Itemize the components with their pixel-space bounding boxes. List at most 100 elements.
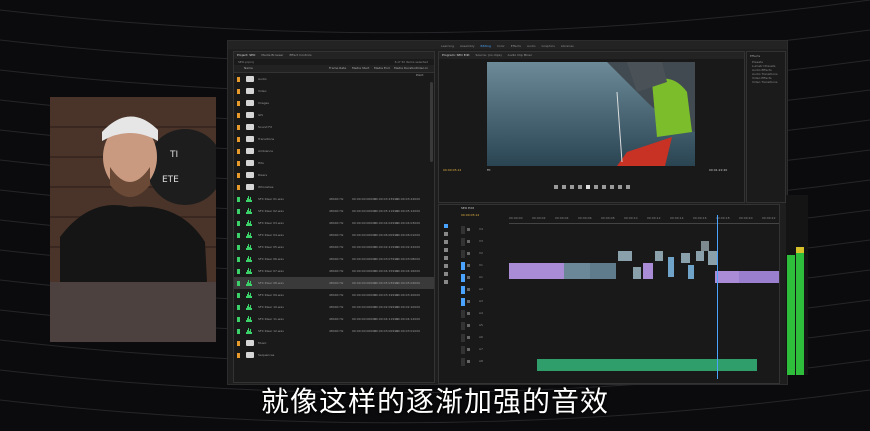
project-row[interactable]: SFX Riser 08.wav 48000 Hz 00:00:00:00000 00… [234, 277, 434, 289]
video-clip[interactable] [681, 253, 690, 263]
column-header[interactable]: Media Start [352, 65, 369, 72]
track-target-icon[interactable] [461, 286, 465, 294]
track-target-icon[interactable] [461, 346, 465, 354]
project-row[interactable]: Sound FX [234, 121, 434, 133]
playhead[interactable] [717, 215, 718, 379]
pen-tool-icon[interactable] [444, 264, 448, 268]
go-to-in-icon[interactable] [569, 185, 574, 189]
track-header[interactable]: V3 [461, 237, 507, 247]
video-clip[interactable] [618, 251, 632, 261]
monitor-tab[interactable]: Source: (no clips) [476, 52, 502, 59]
track-target-icon[interactable] [461, 310, 465, 318]
zoom-select[interactable]: Fit [487, 168, 491, 172]
project-row[interactable]: SFX Riser 03.wav 48000 Hz 00:00:00:00000 00… [234, 217, 434, 229]
track-header[interactable]: V1 [461, 261, 507, 271]
project-row[interactable]: SFX Riser 07.wav 48000 Hz 00:00:00:00000 00… [234, 265, 434, 277]
video-clip[interactable] [739, 271, 779, 283]
track-header[interactable]: A3 [461, 297, 507, 307]
step-back-icon[interactable] [577, 185, 582, 189]
workspace-tab[interactable]: Audio [527, 43, 536, 49]
track-target-icon[interactable] [461, 358, 465, 366]
track-lock-icon[interactable] [467, 228, 470, 231]
project-row[interactable]: SFX Riser 05.wav 48000 Hz 00:00:00:00000 00… [234, 241, 434, 253]
time-ruler[interactable]: 00:00:00 00:00:02 00:00:04 00:00:06 00:00:08… [509, 215, 779, 224]
project-row[interactable]: SFX Riser 02.wav 48000 Hz 00:00:00:00000 00… [234, 205, 434, 217]
hand-tool-icon[interactable] [444, 272, 448, 276]
video-clip[interactable] [643, 263, 653, 279]
track-header[interactable]: A5 [461, 321, 507, 331]
track-lock-icon[interactable] [467, 276, 470, 279]
track-lock-icon[interactable] [467, 360, 470, 363]
ripple-edit-tool-icon[interactable] [444, 240, 448, 244]
project-row[interactable]: Images [234, 97, 434, 109]
selection-tool-icon[interactable] [444, 224, 448, 228]
effects-list-item[interactable]: Video Transitions [747, 80, 785, 84]
track-select-tool-icon[interactable] [444, 232, 448, 236]
project-row[interactable]: SFX Riser 09.wav 48000 Hz 00:00:00:00000 00… [234, 289, 434, 301]
slip-tool-icon[interactable] [444, 256, 448, 260]
play-icon[interactable] [585, 185, 590, 189]
video-clip[interactable] [668, 257, 674, 277]
video-clip[interactable] [701, 241, 709, 251]
track-target-icon[interactable] [461, 262, 465, 270]
extract-icon[interactable] [617, 185, 622, 189]
type-tool-icon[interactable] [444, 280, 448, 284]
project-row[interactable]: Risers [234, 169, 434, 181]
project-row[interactable]: SFX Riser 10.wav 48000 Hz 00:00:00:00000 00… [234, 301, 434, 313]
project-row[interactable]: Music [234, 337, 434, 349]
video-clip[interactable] [696, 251, 704, 261]
workspace-tab[interactable]: Effects [511, 43, 521, 49]
project-row[interactable]: Sequences [234, 349, 434, 361]
video-clip[interactable] [655, 251, 663, 261]
video-clip[interactable] [633, 267, 641, 279]
video-clip[interactable] [564, 263, 590, 279]
monitor-tab[interactable]: Program: SEO Edit [442, 52, 470, 59]
track-lock-icon[interactable] [467, 348, 470, 351]
project-row[interactable]: Transitions [234, 133, 434, 145]
track-lock-icon[interactable] [467, 324, 470, 327]
workspace-tab[interactable]: Graphics [542, 43, 555, 49]
track-header[interactable]: A1 [461, 273, 507, 283]
project-tab[interactable]: Effect Controls [290, 52, 312, 59]
audio-clip[interactable] [537, 359, 757, 371]
project-row[interactable]: SFX Riser 11.wav 48000 Hz 00:00:00:00000 00… [234, 313, 434, 325]
video-clip[interactable] [688, 265, 694, 279]
workspace-tab[interactable]: Assembly [460, 43, 474, 49]
video-clip[interactable] [590, 263, 616, 279]
track-lock-icon[interactable] [467, 288, 470, 291]
workspace-tab[interactable]: Learning [441, 43, 454, 49]
mark-out-icon[interactable] [561, 185, 566, 189]
video-clip[interactable] [509, 263, 564, 279]
lift-icon[interactable] [609, 185, 614, 189]
project-row[interactable]: SFX Riser 12.wav 48000 Hz 00:00:00:00000 00… [234, 325, 434, 337]
project-row[interactable]: SFX Riser 06.wav 48000 Hz 00:00:00:00000 00… [234, 253, 434, 265]
track-header[interactable]: A2 [461, 285, 507, 295]
video-clip[interactable] [715, 271, 739, 283]
track-header[interactable]: V4 [461, 225, 507, 235]
column-header[interactable]: Media Duration [394, 65, 417, 72]
step-forward-icon[interactable] [593, 185, 598, 189]
track-target-icon[interactable] [461, 322, 465, 330]
workspace-tab[interactable]: Editing [481, 43, 491, 49]
column-header[interactable]: Name [244, 65, 253, 72]
project-tab[interactable]: Project: SEO [237, 52, 255, 59]
track-target-icon[interactable] [461, 274, 465, 282]
workspace-tab[interactable]: Libraries [561, 43, 574, 49]
project-row[interactable]: Audio [234, 73, 434, 85]
track-target-icon[interactable] [461, 334, 465, 342]
project-scrollbar[interactable] [430, 82, 433, 162]
track-header[interactable]: A6 [461, 333, 507, 343]
track-target-icon[interactable] [461, 226, 465, 234]
workspace-tab[interactable]: Color [497, 43, 505, 49]
project-row[interactable]: Hits [234, 157, 434, 169]
column-header[interactable]: Media End [374, 65, 390, 72]
project-tab[interactable]: Media Browser [261, 52, 283, 59]
project-row[interactable]: SFX Riser 01.wav 48000 Hz 00:00:00:00000 00… [234, 193, 434, 205]
track-target-icon[interactable] [461, 298, 465, 306]
track-target-icon[interactable] [461, 250, 465, 258]
track-lock-icon[interactable] [467, 312, 470, 315]
track-header[interactable]: V2 [461, 249, 507, 259]
project-row[interactable]: Ambience [234, 145, 434, 157]
track-lock-icon[interactable] [467, 252, 470, 255]
track-lock-icon[interactable] [467, 240, 470, 243]
